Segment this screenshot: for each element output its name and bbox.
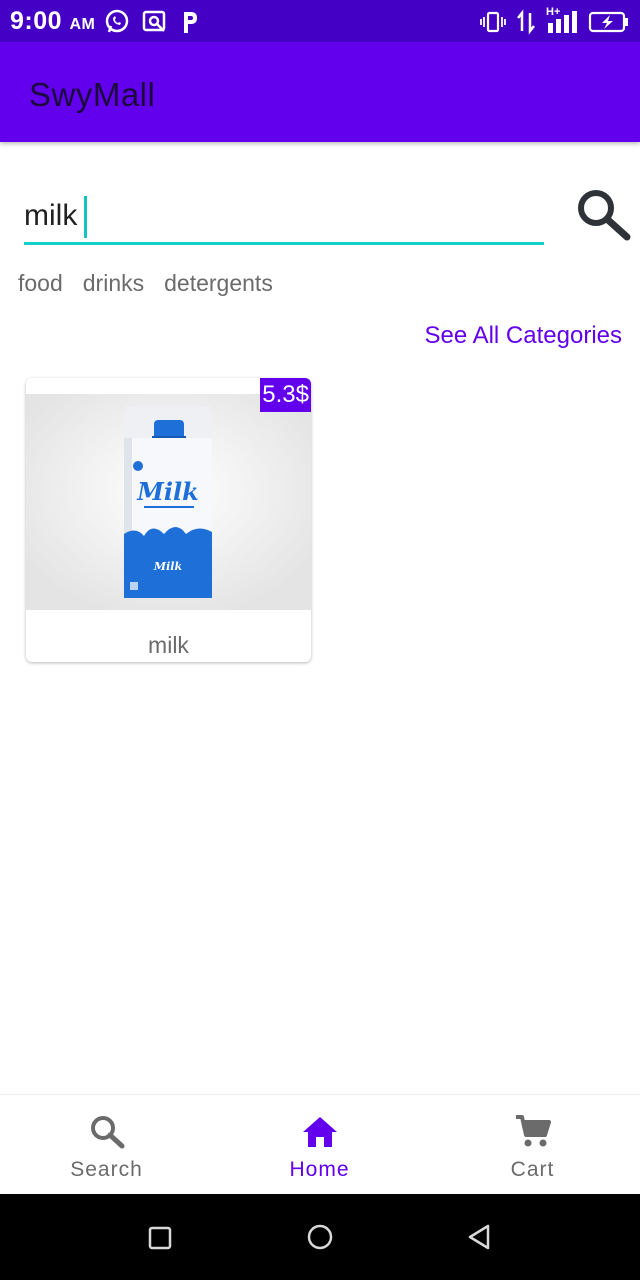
nav-item-home[interactable]: Home [213, 1095, 426, 1195]
status-time-value: 9:00 [10, 7, 63, 35]
status-ampm: AM [69, 16, 96, 33]
category-chip-detergents[interactable]: detergents [164, 270, 273, 297]
svg-text:Milk: Milk [136, 477, 198, 506]
nav-label-cart: Cart [510, 1158, 555, 1181]
nav-item-search[interactable]: Search [0, 1095, 213, 1195]
system-status-icons: H+ [480, 6, 630, 35]
back-triangle-icon[interactable] [466, 1224, 492, 1250]
cart-icon [515, 1115, 551, 1147]
data-arrows-icon [517, 9, 535, 35]
status-time: 9:00 AM [10, 7, 95, 36]
paypal-icon [184, 12, 197, 33]
nav-item-cart[interactable]: Cart [426, 1095, 639, 1195]
price-badge: 5.3$ [260, 378, 311, 412]
search-button[interactable] [574, 186, 632, 242]
nav-label-search: Search [70, 1158, 143, 1181]
search-icon [578, 190, 631, 241]
see-all-categories-link[interactable]: See All Categories [425, 322, 622, 350]
milk-carton-image: Milk Milk [26, 394, 311, 610]
signal-icon: H+ [546, 6, 578, 35]
vibrate-icon [480, 11, 506, 33]
category-chip-food[interactable]: food [18, 270, 63, 297]
app-title: SwyMall [29, 76, 156, 113]
home-icon [302, 1117, 337, 1147]
search-input[interactable] [24, 190, 544, 242]
whatsapp-icon [105, 9, 129, 33]
recents-square-icon[interactable] [148, 1226, 172, 1250]
bottom-navigation: Search Home Cart [0, 1094, 640, 1195]
lens-icon [142, 10, 166, 32]
product-card[interactable]: Milk Milk 5.3$ milk [26, 378, 311, 662]
product-image: Milk Milk [26, 394, 311, 610]
app-bar: SwyMall [0, 42, 640, 142]
svg-text:Milk: Milk [153, 560, 183, 573]
text-cursor [84, 196, 87, 238]
notification-icons [104, 9, 200, 35]
home-circle-icon[interactable] [307, 1224, 333, 1250]
system-navigation-bar [0, 1194, 640, 1280]
nav-label-home: Home [289, 1158, 350, 1181]
search-icon [90, 1116, 124, 1149]
status-bar: 9:00 AM H+ [0, 0, 640, 42]
battery-charging-icon [588, 11, 628, 33]
search-underline [24, 242, 544, 245]
search-field[interactable] [24, 190, 544, 246]
product-name: milk [148, 632, 189, 658]
category-chip-drinks[interactable]: drinks [83, 270, 144, 297]
category-chips: food drinks detergents [18, 270, 273, 297]
